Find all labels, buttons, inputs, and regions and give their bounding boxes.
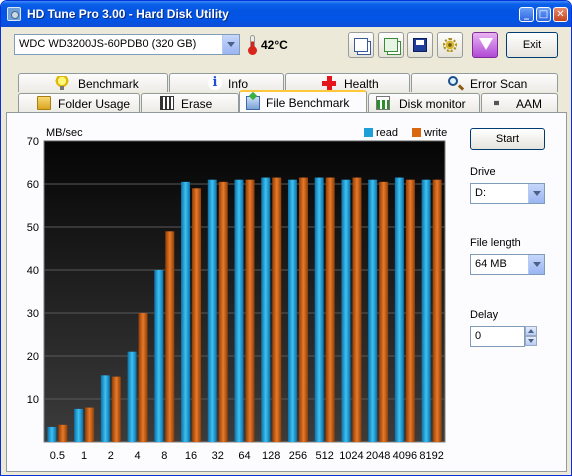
read-bar [154,270,164,442]
read-bar [368,179,378,442]
x-tick-label: 4096 [393,450,417,462]
write-bar [432,179,442,442]
app-window: HD Tune Pro 3.00 - Hard Disk Utility _ □… [0,0,572,476]
write-bar [272,177,282,443]
write-bar [58,424,68,442]
write-bar [85,407,95,442]
read-bar [287,179,297,442]
file-length-combo[interactable]: 64 MB [470,254,545,275]
read-bar [421,179,431,442]
y-tick-label: 40 [27,265,39,277]
read-bar [261,177,271,443]
delay-input[interactable]: 0 [470,326,525,347]
read-legend-label: read [376,127,398,139]
read-bar [47,426,57,442]
x-tick-label: 512 [316,450,334,462]
write-bar [111,376,121,442]
write-legend-swatch [412,128,421,137]
x-tick-label: 4 [135,450,141,462]
write-bar [325,177,335,443]
write-bar [352,177,362,443]
y-tick-label: 60 [27,179,39,191]
read-bar [127,351,137,442]
x-tick-label: 64 [238,450,250,462]
file-benchmark-icon [246,96,260,110]
read-bar [394,177,404,443]
read-bar [74,408,84,442]
y-axis-label: MB/sec [46,127,83,139]
spin-up-icon[interactable] [525,326,537,336]
drive-combo-value: D: [475,187,486,199]
write-bar [379,181,389,442]
write-bar [165,231,175,442]
x-tick-label: 8 [161,450,167,462]
x-tick-label: 128 [262,450,280,462]
y-tick-label: 30 [27,308,39,320]
y-tick-label: 20 [27,351,39,363]
x-tick-label: 1024 [339,450,363,462]
spin-down-icon[interactable] [525,336,537,346]
read-bar [181,181,191,442]
drive-combo[interactable]: D: [470,183,545,204]
x-tick-label: 16 [185,450,197,462]
write-bar [245,179,255,442]
tab-file-benchmark-label: File Benchmark [266,96,350,110]
write-bar [138,313,148,442]
x-tick-label: 2 [108,450,114,462]
x-tick-label: 2048 [366,450,390,462]
write-bar [298,177,308,443]
write-bar [192,188,202,442]
chevron-down-icon[interactable] [528,255,544,274]
x-tick-label: 1 [81,450,87,462]
file-length-value: 64 MB [475,258,507,270]
chevron-down-icon[interactable] [528,184,544,203]
read-bar [207,179,217,442]
x-tick-label: 32 [212,450,224,462]
x-tick-label: 0.5 [50,450,65,462]
delay-label: Delay [470,309,499,321]
delay-spinner[interactable] [525,326,537,347]
read-bar [100,375,110,442]
y-tick-label: 70 [27,136,39,148]
read-bar [314,177,324,443]
start-button[interactable]: Start [470,128,545,150]
x-tick-label: 8192 [419,450,443,462]
x-tick-label: 256 [289,450,307,462]
write-bar [405,179,415,442]
file-length-label: File length [470,237,521,249]
drive-label: Drive [470,166,496,178]
y-tick-label: 10 [27,394,39,406]
write-bar [218,181,228,442]
read-bar [234,179,244,442]
write-legend-label: write [423,127,447,139]
tab-file-benchmark[interactable]: File Benchmark [239,90,367,112]
y-tick-label: 50 [27,222,39,234]
read-bar [341,179,351,442]
read-legend-swatch [364,128,373,137]
